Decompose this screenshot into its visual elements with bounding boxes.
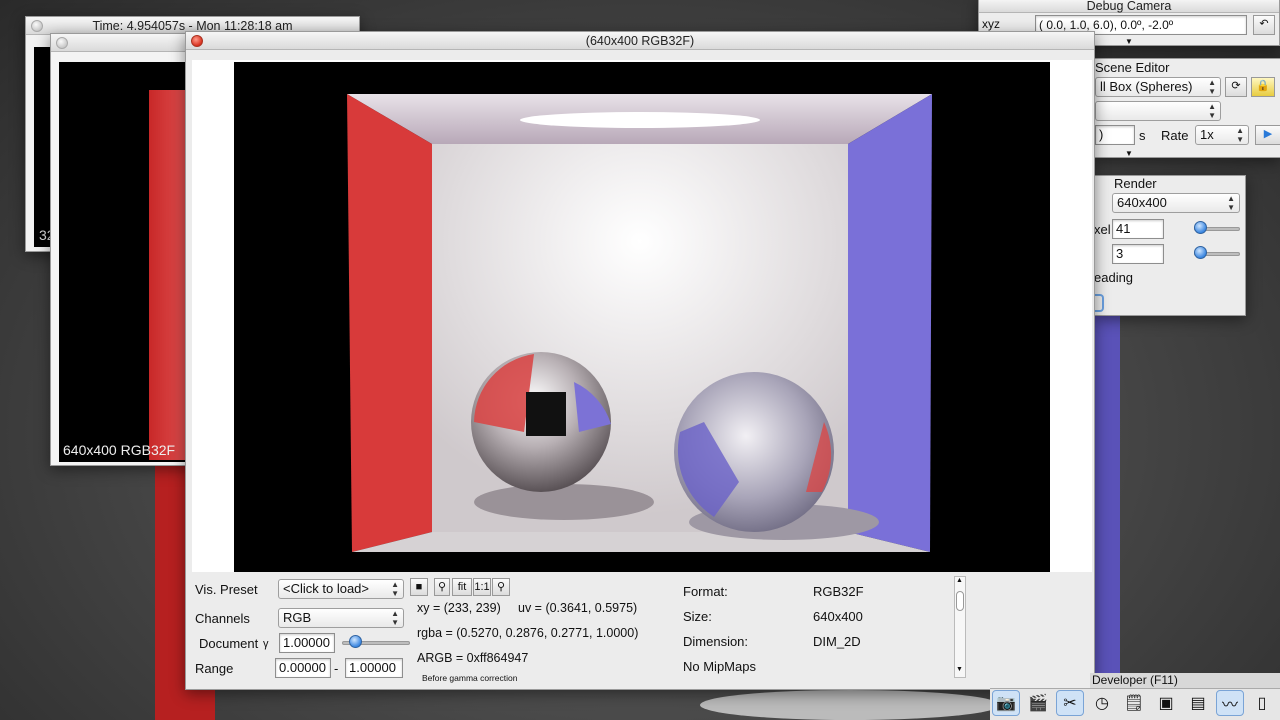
- range-separator: -: [334, 661, 339, 676]
- render-title: Render: [1114, 176, 1157, 191]
- range-label: Range: [195, 661, 234, 676]
- size-value: 640x400: [813, 609, 863, 624]
- scene-reload-button[interactable]: ⟳: [1225, 77, 1247, 97]
- gamma-note: Before gamma correction: [422, 673, 518, 683]
- pixel-xy: xy = (233, 239): [417, 601, 501, 615]
- film-icon[interactable]: 🎬: [1024, 690, 1052, 716]
- shading-label: eading: [1094, 270, 1134, 285]
- rate-label: Rate: [1161, 128, 1189, 143]
- camera-icon[interactable]: 📷: [992, 690, 1020, 716]
- rendered-image[interactable]: [234, 62, 1050, 572]
- time-seconds-field[interactable]: ): [1095, 125, 1135, 145]
- viewer-title: (640x400 RGB32F): [585, 34, 695, 48]
- wrench-icon: ⚲: [437, 581, 447, 593]
- scene-editor-collapse-icon[interactable]: ▼: [1125, 149, 1133, 158]
- close-icon[interactable]: [31, 20, 43, 32]
- pixel-field[interactable]: 41: [1112, 219, 1164, 239]
- scene-editor-title: Scene Editor: [1095, 60, 1170, 75]
- background-floor: [700, 690, 1000, 720]
- info-scrollbar[interactable]: ▲ ▼: [954, 576, 966, 678]
- pixel-label: xel: [1094, 222, 1111, 237]
- one-to-one-button[interactable]: 1:1: [473, 578, 491, 596]
- pin-icon: ⚲: [496, 581, 506, 593]
- scroll-down-icon[interactable]: ▼: [956, 666, 963, 673]
- back-window-red-wall: [149, 90, 189, 460]
- resolution-select[interactable]: 640x400 ▲ ▼: [1112, 193, 1240, 213]
- scene-lock-button[interactable]: 🔒: [1251, 77, 1275, 97]
- gamma-symbol: γ: [263, 638, 269, 650]
- scene-editor-window[interactable]: Scene Editor ll Box (Spheres) ▲ ▼ ⟳ 🔒 ▲ ▼ )…: [1094, 58, 1280, 158]
- channels-select[interactable]: RGB ▲ ▼: [278, 608, 404, 628]
- shading-checkbox[interactable]: [1094, 294, 1104, 312]
- cornell-box-render: [347, 94, 932, 552]
- mipmaps-label: No MipMaps: [683, 659, 756, 674]
- xyz-label: xyz: [982, 17, 1000, 31]
- rate-select[interactable]: 1x ▲ ▼: [1195, 125, 1249, 145]
- scroll-up-icon[interactable]: ▲: [956, 577, 963, 584]
- range-min-field[interactable]: 0.00000: [275, 658, 331, 678]
- pixel-rgba: rgba = (0.5270, 0.2876, 0.2771, 1.0000): [417, 626, 639, 640]
- scroll-thumb[interactable]: [956, 591, 964, 611]
- floppy-icon: ■: [415, 581, 423, 593]
- channels-label: Channels: [195, 611, 250, 626]
- scene-select[interactable]: ll Box (Spheres) ▲ ▼: [1095, 77, 1221, 97]
- format-label: Format:: [683, 584, 728, 599]
- gamma-field[interactable]: 1.00000: [279, 633, 335, 653]
- pixel-argb: ARGB = 0xff864947: [417, 651, 529, 665]
- chevron-updown-icon: ▲ ▼: [391, 580, 399, 598]
- back-window-canvas: 640x400 RGB32F: [59, 62, 199, 462]
- image-area[interactable]: [192, 60, 1092, 572]
- window-icon[interactable]: ▤: [1184, 690, 1212, 716]
- fit-button[interactable]: fit: [452, 578, 472, 596]
- back-image-window[interactable]: 640x400 RGB32F: [50, 33, 200, 466]
- chevron-updown-icon: ▲ ▼: [1208, 102, 1216, 120]
- tools-icon[interactable]: ✂: [1056, 690, 1084, 716]
- graph-icon[interactable]: 〰: [1216, 690, 1244, 716]
- pin-button[interactable]: ⚲: [492, 578, 510, 596]
- chevron-updown-icon: ▲ ▼: [1236, 126, 1244, 144]
- image-viewer-window[interactable]: (640x400 RGB32F) Vis. Preset <Click to l…: [185, 31, 1095, 690]
- debug-camera-titlebar[interactable]: Debug Camera: [979, 0, 1279, 13]
- seconds-unit-label: s: [1139, 128, 1146, 143]
- back-window-caption: 640x400 RGB32F: [63, 442, 176, 458]
- vis-preset-label: Vis. Preset: [195, 582, 258, 597]
- size-label: Size:: [683, 609, 712, 624]
- debug-camera-collapse-icon[interactable]: ▼: [1125, 37, 1133, 46]
- tools-button[interactable]: ⚲: [434, 578, 450, 596]
- pixel-uv: uv = (0.3641, 0.5975): [518, 601, 638, 615]
- clock-icon[interactable]: ◷: [1088, 690, 1116, 716]
- chevron-updown-icon: ▲ ▼: [1227, 194, 1235, 212]
- vis-preset-select[interactable]: <Click to load> ▲ ▼: [278, 579, 404, 599]
- viewer-titlebar[interactable]: (640x400 RGB32F): [186, 32, 1094, 50]
- debug-camera-title: Debug Camera: [1086, 0, 1172, 13]
- second-field[interactable]: 3: [1112, 244, 1164, 264]
- document-label: Document: [199, 636, 259, 651]
- play-button[interactable]: ▶: [1255, 125, 1280, 145]
- close-icon[interactable]: [191, 35, 203, 47]
- camera-reset-button[interactable]: ↶: [1253, 15, 1275, 35]
- chevron-updown-icon: ▲ ▼: [391, 609, 399, 627]
- back-window-titlebar[interactable]: [51, 34, 199, 52]
- doc-icon[interactable]: ▯: [1248, 690, 1276, 716]
- scene-secondary-select[interactable]: ▲ ▼: [1095, 101, 1221, 121]
- close-icon[interactable]: [56, 37, 68, 49]
- range-max-field[interactable]: 1.00000: [345, 658, 403, 678]
- note-icon[interactable]: 🗒: [1120, 690, 1148, 716]
- format-value: RGB32F: [813, 584, 864, 599]
- pixel-slider-knob[interactable]: [1194, 221, 1207, 234]
- terminal-icon[interactable]: ▣: [1152, 690, 1180, 716]
- chevron-updown-icon: ▲ ▼: [1208, 78, 1216, 96]
- dimension-label: Dimension:: [683, 634, 749, 649]
- dimension-value: DIM_2D: [813, 634, 861, 649]
- save-button[interactable]: ■: [410, 578, 428, 596]
- render-window[interactable]: Render 640x400 ▲ ▼ xel 41 3 eading: [1094, 175, 1246, 316]
- second-slider-knob[interactable]: [1194, 246, 1207, 259]
- gamma-slider-knob[interactable]: [349, 635, 362, 648]
